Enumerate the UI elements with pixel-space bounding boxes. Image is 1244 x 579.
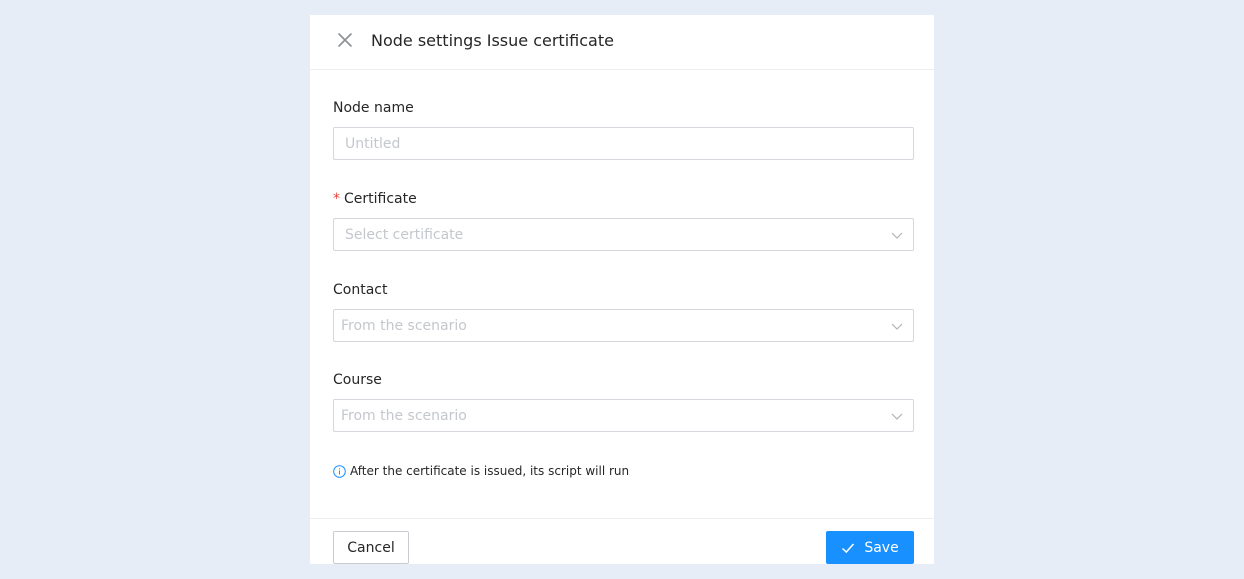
course-label: Course [333, 372, 382, 388]
node-settings-panel: Node settings Issue certificate Node nam… [310, 15, 934, 564]
node-name-field: Node name Untitled [333, 99, 914, 160]
info-icon [333, 464, 346, 478]
certificate-field: * Certificate Select certificate [333, 190, 914, 251]
chevron-down-icon [891, 320, 903, 332]
node-name-placeholder: Untitled [345, 136, 401, 152]
contact-field: Contact From the scenario [333, 281, 914, 342]
save-button-label: Save [864, 539, 899, 556]
certificate-label: * Certificate [333, 190, 914, 208]
save-button[interactable]: Save [826, 531, 914, 564]
cancel-button[interactable]: Cancel [333, 531, 409, 564]
node-name-input[interactable]: Untitled [333, 127, 914, 160]
chevron-down-icon [891, 229, 903, 241]
course-select[interactable]: From the scenario [333, 399, 914, 432]
dialog-header: Node settings Issue certificate [310, 15, 934, 70]
certificate-label-text: Certificate [344, 191, 417, 207]
contact-label: Contact [333, 282, 388, 298]
contact-select[interactable]: From the scenario [333, 309, 914, 342]
cancel-button-label: Cancel [347, 539, 395, 556]
info-text: After the certificate is issued, its scr… [350, 464, 630, 478]
dialog-footer: Cancel Save [310, 518, 934, 565]
required-mark: * [333, 191, 340, 207]
contact-placeholder: From the scenario [341, 318, 467, 334]
node-name-label: Node name [333, 100, 414, 116]
certificate-placeholder: Select certificate [345, 227, 464, 243]
info-note: After the certificate is issued, its scr… [333, 463, 629, 479]
check-icon [841, 541, 855, 555]
certificate-select[interactable]: Select certificate [333, 218, 914, 251]
course-placeholder: From the scenario [341, 408, 467, 424]
chevron-down-icon [891, 410, 903, 422]
close-button[interactable] [336, 31, 354, 49]
course-field: Course From the scenario [333, 371, 914, 432]
close-icon [338, 33, 352, 47]
dialog-title: Node settings Issue certificate [371, 31, 614, 50]
